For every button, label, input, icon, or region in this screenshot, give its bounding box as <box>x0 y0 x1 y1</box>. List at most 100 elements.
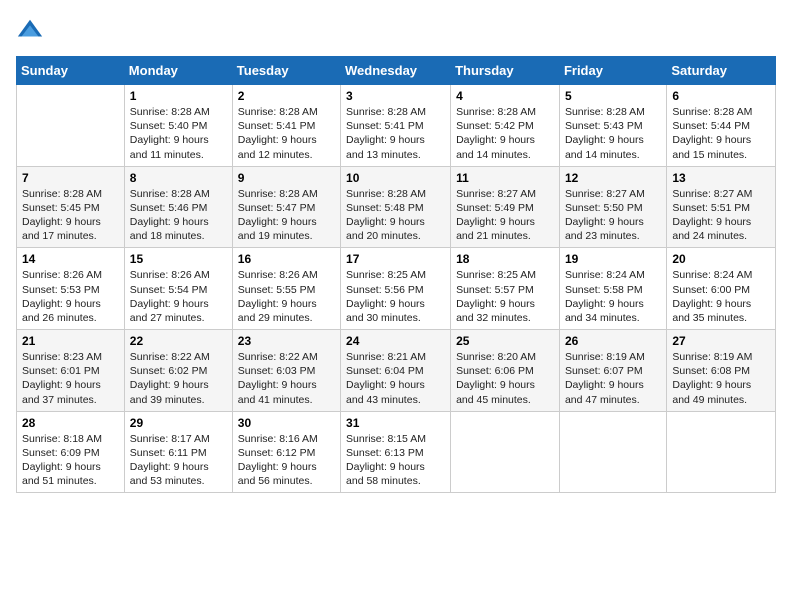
calendar-cell: 27Sunrise: 8:19 AMSunset: 6:08 PMDayligh… <box>667 330 776 412</box>
day-info: Sunrise: 8:28 AMSunset: 5:41 PMDaylight:… <box>238 105 335 162</box>
calendar-cell <box>667 411 776 493</box>
day-info: Sunrise: 8:16 AMSunset: 6:12 PMDaylight:… <box>238 432 335 489</box>
day-number: 9 <box>238 171 335 185</box>
calendar-week-5: 28Sunrise: 8:18 AMSunset: 6:09 PMDayligh… <box>17 411 776 493</box>
day-info: Sunrise: 8:27 AMSunset: 5:51 PMDaylight:… <box>672 187 770 244</box>
day-info: Sunrise: 8:26 AMSunset: 5:53 PMDaylight:… <box>22 268 119 325</box>
day-info: Sunrise: 8:27 AMSunset: 5:50 PMDaylight:… <box>565 187 661 244</box>
day-number: 28 <box>22 416 119 430</box>
day-number: 20 <box>672 252 770 266</box>
header-cell-monday: Monday <box>124 57 232 85</box>
day-info: Sunrise: 8:28 AMSunset: 5:47 PMDaylight:… <box>238 187 335 244</box>
calendar-cell: 18Sunrise: 8:25 AMSunset: 5:57 PMDayligh… <box>451 248 560 330</box>
calendar-cell: 13 Sunrise: 8:27 AMSunset: 5:51 PMDayligh… <box>667 166 776 248</box>
calendar-cell: 15 Sunrise: 8:26 AMSunset: 5:54 PMDayligh… <box>124 248 232 330</box>
day-number: 17 <box>346 252 445 266</box>
calendar-cell: 26 Sunrise: 8:19 AMSunset: 6:07 PMDayligh… <box>559 330 666 412</box>
day-info: Sunrise: 8:28 AMSunset: 5:41 PMDaylight:… <box>346 105 445 162</box>
day-info: Sunrise: 8:28 AMSunset: 5:45 PMDaylight:… <box>22 187 119 244</box>
calendar-cell: 25 Sunrise: 8:20 AMSunset: 6:06 PMDayligh… <box>451 330 560 412</box>
day-number: 26 <box>565 334 661 348</box>
day-number: 24 <box>346 334 445 348</box>
calendar-body: 1 Sunrise: 8:28 AMSunset: 5:40 PMDaylight… <box>17 85 776 493</box>
calendar-cell <box>17 85 125 167</box>
day-number: 8 <box>130 171 227 185</box>
calendar-cell: 22 Sunrise: 8:22 AMSunset: 6:02 PMDayligh… <box>124 330 232 412</box>
day-number: 23 <box>238 334 335 348</box>
day-info: Sunrise: 8:28 AMSunset: 5:40 PMDaylight:… <box>130 105 227 162</box>
calendar-cell: 12 Sunrise: 8:27 AMSunset: 5:50 PMDayligh… <box>559 166 666 248</box>
day-number: 16 <box>238 252 335 266</box>
header-row: SundayMondayTuesdayWednesdayThursdayFrid… <box>17 57 776 85</box>
calendar-cell: 19 Sunrise: 8:24 AMSunset: 5:58 PMDayligh… <box>559 248 666 330</box>
day-info: Sunrise: 8:19 AMSunset: 6:08 PMDaylight:… <box>672 350 770 407</box>
day-number: 3 <box>346 89 445 103</box>
calendar-cell: 4 Sunrise: 8:28 AMSunset: 5:42 PMDaylight… <box>451 85 560 167</box>
day-number: 1 <box>130 89 227 103</box>
calendar-cell: 7 Sunrise: 8:28 AMSunset: 5:45 PMDaylight… <box>17 166 125 248</box>
day-number: 4 <box>456 89 554 103</box>
day-info: Sunrise: 8:21 AMSunset: 6:04 PMDaylight:… <box>346 350 445 407</box>
day-info: Sunrise: 8:19 AMSunset: 6:07 PMDaylight:… <box>565 350 661 407</box>
calendar-header: SundayMondayTuesdayWednesdayThursdayFrid… <box>17 57 776 85</box>
calendar-cell: 21 Sunrise: 8:23 AMSunset: 6:01 PMDayligh… <box>17 330 125 412</box>
day-info: Sunrise: 8:24 AMSunset: 5:58 PMDaylight:… <box>565 268 661 325</box>
calendar-cell: 8 Sunrise: 8:28 AMSunset: 5:46 PMDaylight… <box>124 166 232 248</box>
calendar-cell: 29Sunrise: 8:17 AMSunset: 6:11 PMDayligh… <box>124 411 232 493</box>
day-number: 22 <box>130 334 227 348</box>
calendar-cell: 20 Sunrise: 8:24 AMSunset: 6:00 PMDayligh… <box>667 248 776 330</box>
day-number: 29 <box>130 416 227 430</box>
day-number: 18 <box>456 252 554 266</box>
day-number: 13 <box>672 171 770 185</box>
calendar-cell: 17 Sunrise: 8:25 AMSunset: 5:56 PMDayligh… <box>341 248 451 330</box>
header-cell-friday: Friday <box>559 57 666 85</box>
day-info: Sunrise: 8:27 AMSunset: 5:49 PMDaylight:… <box>456 187 554 244</box>
day-info: Sunrise: 8:28 AMSunset: 5:43 PMDaylight:… <box>565 105 661 162</box>
header-cell-saturday: Saturday <box>667 57 776 85</box>
calendar-cell: 2Sunrise: 8:28 AMSunset: 5:41 PMDaylight… <box>232 85 340 167</box>
calendar-cell: 11 Sunrise: 8:27 AMSunset: 5:49 PMDayligh… <box>451 166 560 248</box>
day-number: 5 <box>565 89 661 103</box>
day-number: 7 <box>22 171 119 185</box>
calendar-cell: 6Sunrise: 8:28 AMSunset: 5:44 PMDaylight… <box>667 85 776 167</box>
day-info: Sunrise: 8:28 AMSunset: 5:48 PMDaylight:… <box>346 187 445 244</box>
day-number: 12 <box>565 171 661 185</box>
day-number: 15 <box>130 252 227 266</box>
day-number: 10 <box>346 171 445 185</box>
page-header <box>16 16 776 44</box>
calendar-week-4: 21 Sunrise: 8:23 AMSunset: 6:01 PMDayligh… <box>17 330 776 412</box>
calendar-cell: 16 Sunrise: 8:26 AMSunset: 5:55 PMDayligh… <box>232 248 340 330</box>
day-info: Sunrise: 8:25 AMSunset: 5:56 PMDaylight:… <box>346 268 445 325</box>
calendar-table: SundayMondayTuesdayWednesdayThursdayFrid… <box>16 56 776 493</box>
logo <box>16 16 48 44</box>
day-info: Sunrise: 8:23 AMSunset: 6:01 PMDaylight:… <box>22 350 119 407</box>
calendar-cell: 3 Sunrise: 8:28 AMSunset: 5:41 PMDaylight… <box>341 85 451 167</box>
calendar-cell: 28Sunrise: 8:18 AMSunset: 6:09 PMDayligh… <box>17 411 125 493</box>
day-info: Sunrise: 8:22 AMSunset: 6:02 PMDaylight:… <box>130 350 227 407</box>
day-info: Sunrise: 8:28 AMSunset: 5:42 PMDaylight:… <box>456 105 554 162</box>
day-number: 11 <box>456 171 554 185</box>
day-info: Sunrise: 8:28 AMSunset: 5:44 PMDaylight:… <box>672 105 770 162</box>
day-info: Sunrise: 8:28 AMSunset: 5:46 PMDaylight:… <box>130 187 227 244</box>
calendar-week-3: 14Sunrise: 8:26 AMSunset: 5:53 PMDayligh… <box>17 248 776 330</box>
logo-icon <box>16 16 44 44</box>
day-info: Sunrise: 8:20 AMSunset: 6:06 PMDaylight:… <box>456 350 554 407</box>
header-cell-sunday: Sunday <box>17 57 125 85</box>
day-info: Sunrise: 8:26 AMSunset: 5:54 PMDaylight:… <box>130 268 227 325</box>
header-cell-tuesday: Tuesday <box>232 57 340 85</box>
calendar-cell: 24 Sunrise: 8:21 AMSunset: 6:04 PMDayligh… <box>341 330 451 412</box>
calendar-cell: 14Sunrise: 8:26 AMSunset: 5:53 PMDayligh… <box>17 248 125 330</box>
day-number: 21 <box>22 334 119 348</box>
day-info: Sunrise: 8:24 AMSunset: 6:00 PMDaylight:… <box>672 268 770 325</box>
day-info: Sunrise: 8:26 AMSunset: 5:55 PMDaylight:… <box>238 268 335 325</box>
day-number: 31 <box>346 416 445 430</box>
calendar-cell <box>451 411 560 493</box>
calendar-cell: 31Sunrise: 8:15 AMSunset: 6:13 PMDayligh… <box>341 411 451 493</box>
day-number: 30 <box>238 416 335 430</box>
calendar-cell: 10 Sunrise: 8:28 AMSunset: 5:48 PMDayligh… <box>341 166 451 248</box>
day-number: 25 <box>456 334 554 348</box>
calendar-cell: 30 Sunrise: 8:16 AMSunset: 6:12 PMDayligh… <box>232 411 340 493</box>
header-cell-wednesday: Wednesday <box>341 57 451 85</box>
day-number: 19 <box>565 252 661 266</box>
calendar-cell <box>559 411 666 493</box>
